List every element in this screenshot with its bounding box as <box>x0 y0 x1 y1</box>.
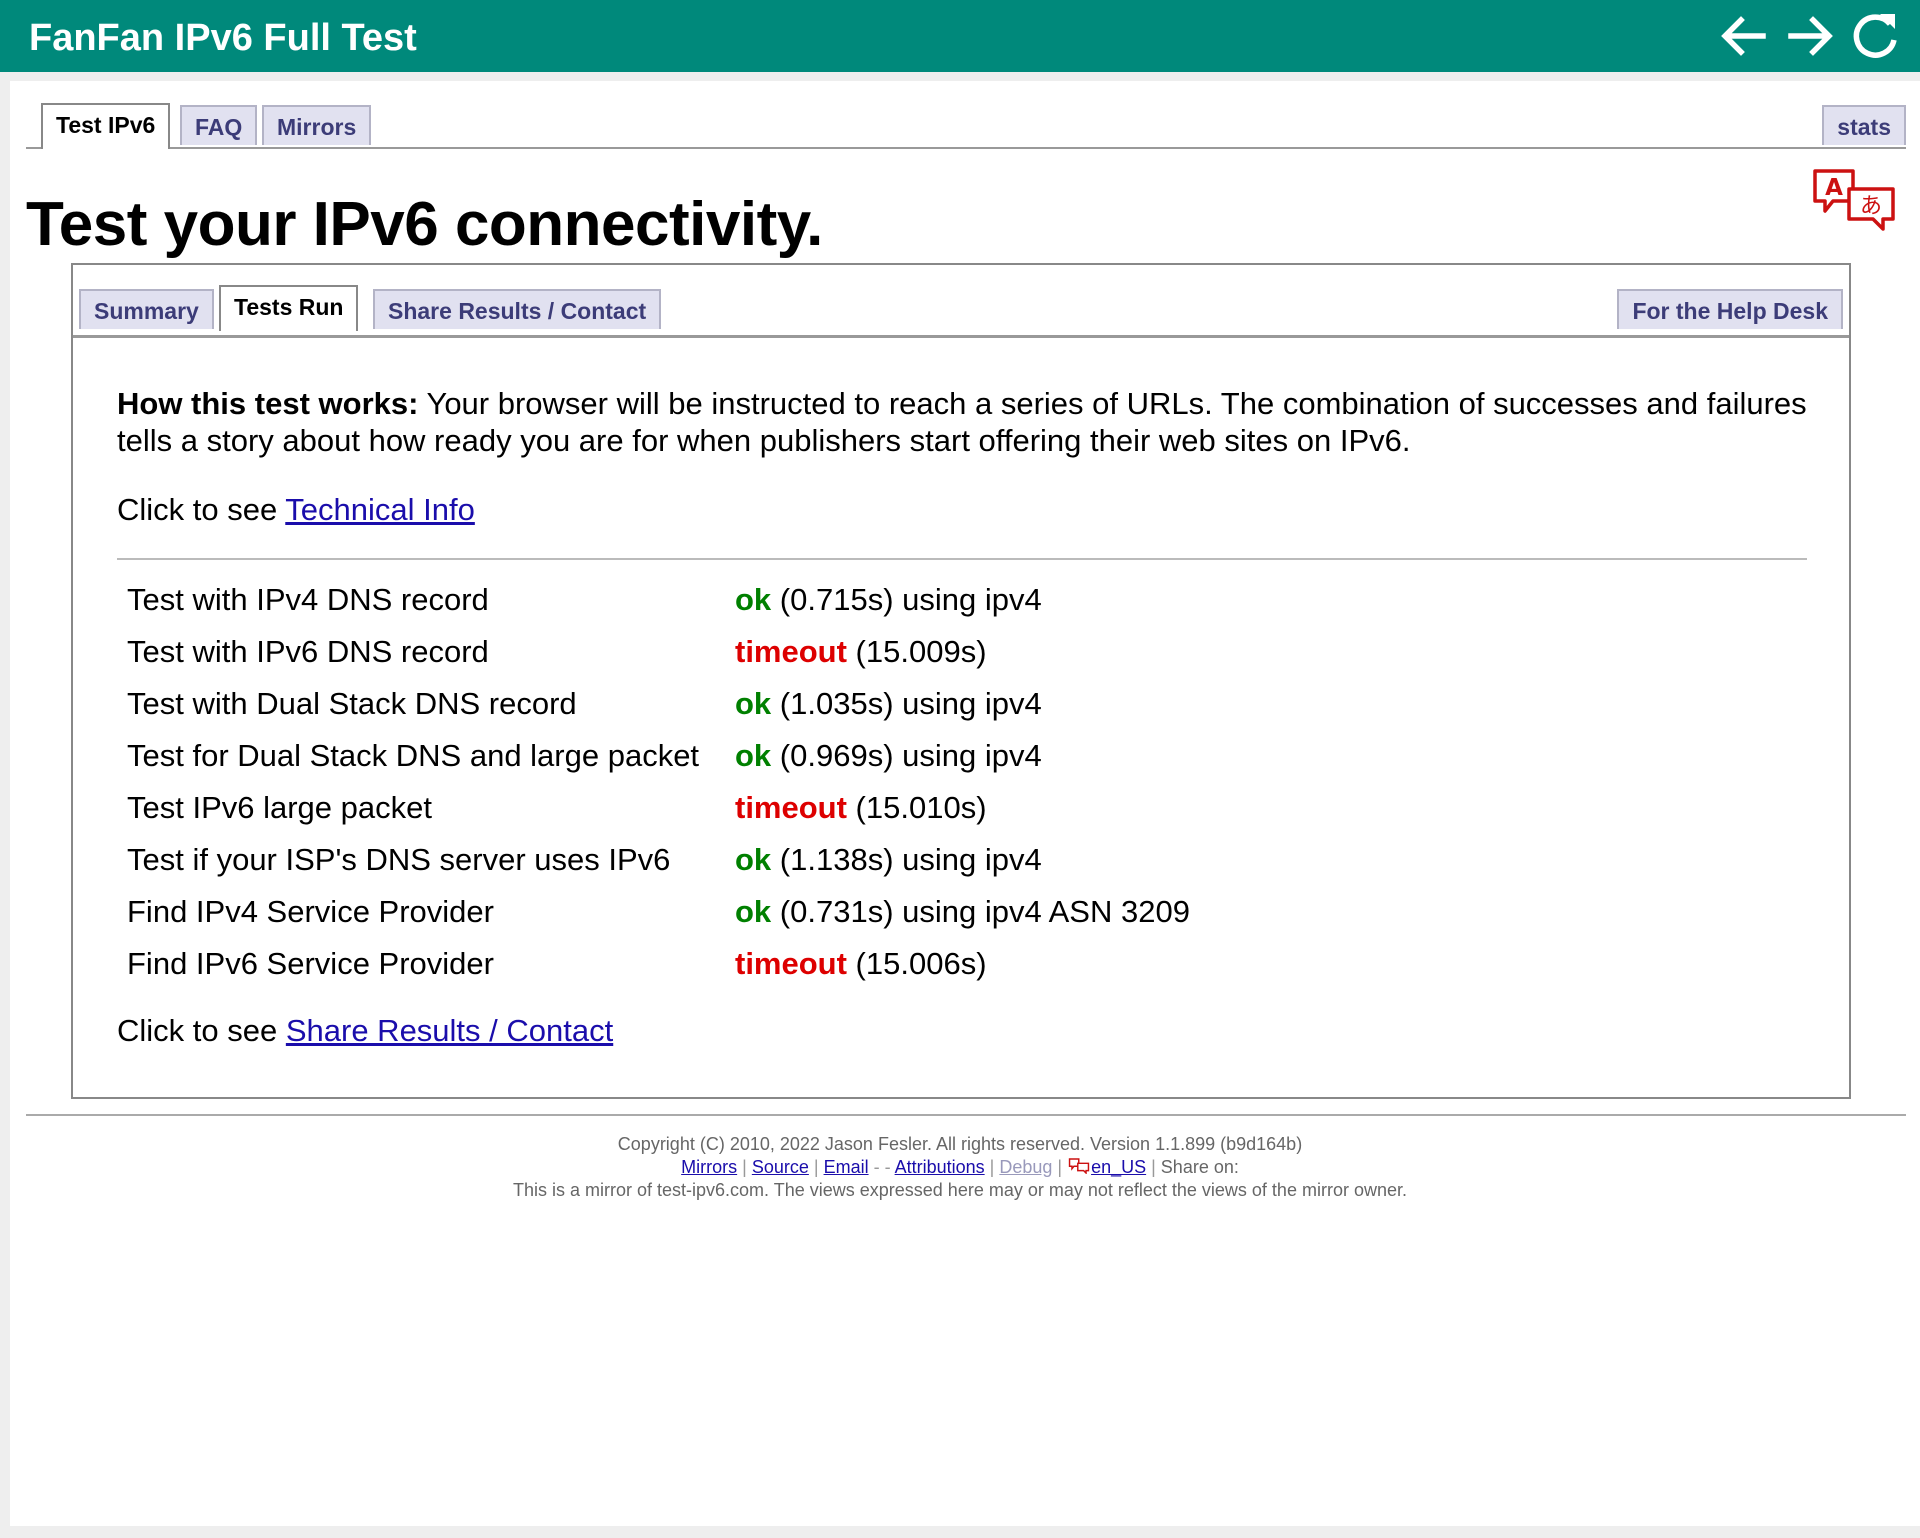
page-title: Test your IPv6 connectivity. <box>26 190 823 259</box>
result-detail: (1.035s) using ipv4 <box>771 686 1042 721</box>
arrow-right-icon[interactable] <box>1783 9 1837 63</box>
tab-stats[interactable]: stats <box>1822 105 1906 145</box>
test-result: ok (0.731s) using ipv4 ASN 3209 <box>725 886 1190 938</box>
main-tab-bar: Test IPv6 FAQ Mirrors stats <box>26 103 1906 149</box>
app-bar: FanFan IPv6 Full Test <box>0 0 1920 72</box>
footer-separator: | <box>1052 1157 1068 1177</box>
technical-info-line: Click to see Technical Info <box>117 491 1807 528</box>
status-ok: ok <box>735 738 772 773</box>
translate-icon[interactable]: A あ <box>1811 167 1897 233</box>
footer-separator: - <box>884 1157 895 1177</box>
mirror-note: This is a mirror of test-ipv6.com. The v… <box>513 1180 1407 1200</box>
tab-help-desk[interactable]: For the Help Desk <box>1617 289 1843 329</box>
test-name: Test if your ISP's DNS server uses IPv6 <box>127 842 671 877</box>
status-ok: ok <box>735 842 772 877</box>
test-name: Find IPv6 Service Provider <box>127 946 494 981</box>
test-result: ok (0.715s) using ipv4 <box>725 574 1190 626</box>
test-result: timeout (15.009s) <box>725 626 1190 678</box>
footer-separator: | <box>984 1157 1000 1177</box>
footer-mirrors-link[interactable]: Mirrors <box>681 1157 737 1177</box>
footer-attributions-link[interactable]: Attributions <box>895 1157 985 1177</box>
tab-share-results[interactable]: Share Results / Contact <box>373 289 662 329</box>
tab-divider <box>73 335 1849 338</box>
results-table: Test with IPv4 DNS record ok (0.715s) usi… <box>117 574 1190 990</box>
tab-summary[interactable]: Summary <box>79 289 214 329</box>
translate-small-icon <box>1068 1158 1090 1175</box>
reload-icon[interactable] <box>1849 9 1903 63</box>
copyright-text: Copyright (C) 2010, 2022 Jason Fesler. A… <box>617 1134 1303 1154</box>
result-row: Find IPv6 Service Provider timeout (15.00… <box>117 938 1190 990</box>
result-detail: (1.138s) using ipv4 <box>771 842 1042 877</box>
technical-info-prefix: Click to see <box>117 492 286 527</box>
status-timeout: timeout <box>735 946 847 981</box>
footer: Copyright (C) 2010, 2022 Jason Fesler. A… <box>10 1133 1910 1202</box>
divider <box>117 558 1807 560</box>
result-row: Test for Dual Stack DNS and large packet… <box>117 730 1190 782</box>
footer-divider <box>26 1114 1906 1116</box>
footer-separator: | <box>737 1157 752 1177</box>
result-row: Test IPv6 large packet timeout (15.010s) <box>117 782 1190 834</box>
results-tab-bar: Summary Tests Run Share Results / Contac… <box>79 285 1843 331</box>
footer-links: Mirrors | Source | Email - - Attribution… <box>10 1156 1910 1179</box>
share-results-prefix: Click to see <box>117 1013 286 1048</box>
status-timeout: timeout <box>735 790 847 825</box>
result-detail: (15.006s) <box>846 946 987 981</box>
result-row: Test with Dual Stack DNS record ok (1.035… <box>117 678 1190 730</box>
page-body: Test IPv6 FAQ Mirrors stats Test your IP… <box>10 81 1920 1526</box>
test-name: Test with IPv6 DNS record <box>127 634 489 669</box>
footer-separator: | <box>808 1157 824 1177</box>
share-results-link[interactable]: Share Results / Contact <box>286 1013 613 1048</box>
test-name: Test with IPv4 DNS record <box>127 582 489 617</box>
svg-text:A: A <box>1825 175 1843 201</box>
test-name: Test for Dual Stack DNS and large packet <box>127 738 700 773</box>
svg-text:あ: あ <box>1860 194 1882 219</box>
result-detail: (15.009s) <box>846 634 987 669</box>
result-detail: (0.715s) using ipv4 <box>771 582 1042 617</box>
intro-text: How this test works: Your browser will b… <box>117 385 1807 459</box>
footer-separator: - <box>868 1157 885 1177</box>
result-row: Test if your ISP's DNS server uses IPv6 o… <box>117 834 1190 886</box>
result-detail: (0.731s) using ipv4 ASN 3209 <box>771 894 1190 929</box>
footer-share-on: Share on: <box>1160 1157 1239 1177</box>
test-name: Test with Dual Stack DNS record <box>127 686 577 721</box>
test-result: ok (0.969s) using ipv4 <box>725 730 1190 782</box>
status-ok: ok <box>735 686 772 721</box>
status-ok: ok <box>735 582 772 617</box>
footer-email-link[interactable]: Email <box>824 1157 869 1177</box>
tab-mirrors[interactable]: Mirrors <box>262 105 372 145</box>
result-detail: (0.969s) using ipv4 <box>771 738 1042 773</box>
intro-label: How this test works: <box>117 386 419 421</box>
app-title: FanFan IPv6 Full Test <box>29 17 417 59</box>
result-row: Test with IPv4 DNS record ok (0.715s) usi… <box>117 574 1190 626</box>
result-detail: (15.010s) <box>846 790 987 825</box>
result-row: Test with IPv6 DNS record timeout (15.009… <box>117 626 1190 678</box>
arrow-left-icon[interactable] <box>1717 9 1771 63</box>
test-result: timeout (15.006s) <box>725 938 1190 990</box>
test-result: ok (1.035s) using ipv4 <box>725 678 1190 730</box>
test-name: Find IPv4 Service Provider <box>127 894 494 929</box>
footer-separator: | <box>1146 1157 1161 1177</box>
results-content: How this test works: Your browser will b… <box>117 385 1807 1049</box>
test-name: Test IPv6 large packet <box>127 790 432 825</box>
footer-debug-link[interactable]: Debug <box>999 1157 1052 1177</box>
tab-test-ipv6[interactable]: Test IPv6 <box>41 103 171 149</box>
tab-tests-run[interactable]: Tests Run <box>219 285 359 331</box>
status-timeout: timeout <box>735 634 847 669</box>
share-results-line: Click to see Share Results / Contact <box>117 1012 1807 1049</box>
tab-faq[interactable]: FAQ <box>180 105 258 145</box>
test-result: timeout (15.010s) <box>725 782 1190 834</box>
footer-source-link[interactable]: Source <box>752 1157 809 1177</box>
footer-locale-link[interactable]: en_US <box>1091 1157 1146 1177</box>
technical-info-link[interactable]: Technical Info <box>285 492 475 527</box>
results-panel: Summary Tests Run Share Results / Contac… <box>71 263 1851 1099</box>
test-result: ok (1.138s) using ipv4 <box>725 834 1190 886</box>
status-ok: ok <box>735 894 772 929</box>
result-row: Find IPv4 Service Provider ok (0.731s) us… <box>117 886 1190 938</box>
